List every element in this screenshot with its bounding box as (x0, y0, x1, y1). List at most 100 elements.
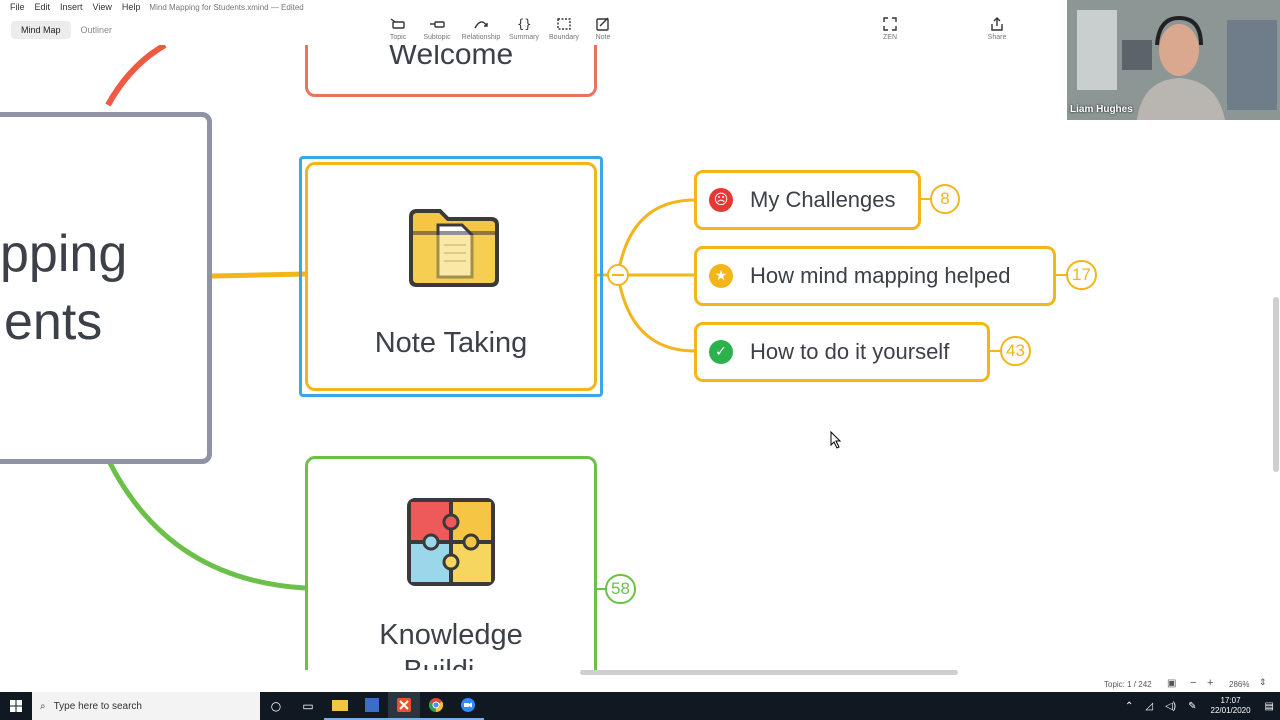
subtopic-label: How mind mapping helped (750, 263, 1011, 288)
vertical-scrollbar[interactable] (1272, 120, 1280, 670)
subtopic-label: Subtopic (423, 34, 451, 41)
subtopic-label: How to do it yourself (750, 339, 950, 364)
menu-insert[interactable]: Insert (55, 2, 88, 12)
angry-face-icon: ☹ (709, 188, 733, 212)
subtopic-how-to-do-it-yourself[interactable]: ✓ How to do it yourself (694, 322, 990, 382)
zoom-stepper-icon[interactable]: ⇕ (1259, 677, 1267, 688)
notifications-icon[interactable]: ▤ (1265, 701, 1274, 712)
zoom-level[interactable]: 286% (1229, 680, 1249, 689)
relationship-label: Relationship (461, 34, 501, 41)
mind-map-canvas[interactable]: pping ents Welcome Note Taking Knowledge… (0, 45, 1280, 670)
subtopic-count-badge[interactable]: 8 (930, 184, 960, 214)
menu-help[interactable]: Help (117, 2, 146, 12)
document-filename: Mind Mapping for Students.xmind (149, 2, 269, 12)
knowledge-building-topic[interactable]: Knowledge Buildi... (305, 456, 597, 670)
menu-edit[interactable]: Edit (30, 2, 56, 12)
chrome-icon[interactable] (420, 692, 452, 720)
welcome-branch-line (105, 45, 167, 107)
knowledge-branch-line (107, 461, 306, 591)
subtopic-icon (430, 21, 445, 28)
search-placeholder: Type here to search (53, 700, 142, 712)
topic-icon (390, 18, 405, 29)
topic-counter: Topic: 1 / 242 (1104, 680, 1152, 689)
zoom-in-button[interactable]: + (1207, 677, 1213, 689)
system-tray: ⌃ ◿ ◁) ✎ 17:07 22/01/2020 ▤ (1119, 692, 1280, 720)
knowledge-count-badge[interactable]: 58 (605, 574, 636, 604)
share-button[interactable]: Share (974, 16, 1020, 41)
mouse-cursor-icon (830, 431, 842, 449)
tab-mind-map[interactable]: Mind Map (11, 21, 71, 39)
app-icon-blue[interactable] (356, 692, 388, 720)
boundary-label: Boundary (549, 34, 579, 41)
menu-view[interactable]: View (88, 2, 117, 12)
search-icon: ⌕ (40, 700, 46, 712)
star-icon: ★ (709, 264, 733, 288)
tray-overflow-icon[interactable]: ⌃ (1125, 701, 1133, 712)
welcome-topic[interactable]: Welcome (305, 45, 597, 97)
knowledge-label-line1: Knowledge (379, 619, 523, 651)
edit-status: — Edited (270, 2, 304, 12)
tab-outliner[interactable]: Outliner (71, 21, 123, 39)
subtopic-count-badge[interactable]: 17 (1066, 260, 1097, 290)
note-label: Note (595, 34, 611, 41)
menu-file[interactable]: File (0, 2, 30, 12)
note-taking-branch-line (211, 271, 306, 279)
taskbar-search-input[interactable]: ⌕ Type here to search (32, 692, 260, 720)
svg-text:{}: {} (517, 17, 531, 31)
puzzle-icon (407, 498, 495, 586)
subtopic-button[interactable]: Subtopic (414, 16, 460, 41)
xmind-logo-icon (397, 698, 411, 712)
summary-label: Summary (509, 34, 539, 41)
clock-date: 22/01/2020 (1210, 706, 1251, 715)
cortana-icon[interactable]: ○ (260, 692, 292, 720)
document-title: Mind Mapping for Students.xmind — Edited (149, 3, 303, 12)
windows-logo-icon (10, 700, 22, 712)
webcam-video-image (1067, 0, 1280, 120)
horizontal-scroll-thumb[interactable] (580, 670, 958, 675)
summary-icon: {} (517, 17, 531, 31)
folder-icon (332, 700, 348, 711)
map-view-icon[interactable]: ▣ (1167, 678, 1176, 689)
video-camera-icon (461, 698, 475, 712)
task-view-icon[interactable]: ▭ (292, 692, 324, 720)
central-line-1: pping (0, 225, 128, 283)
subtopic-count-badge[interactable]: 43 (1000, 336, 1031, 366)
subtopic-my-challenges[interactable]: ☹ My Challenges (694, 170, 921, 230)
zen-label: ZEN (883, 34, 897, 41)
webcam-participant-name: Liam Hughes (1070, 104, 1133, 115)
blue-app-icon (365, 698, 379, 712)
zoom-out-button[interactable]: − (1190, 677, 1196, 689)
zen-button[interactable]: ZEN (867, 16, 913, 41)
note-taking-label: Note Taking (374, 327, 528, 359)
note-icon (596, 17, 609, 31)
relationship-button[interactable]: Relationship (458, 16, 504, 41)
status-bar: Topic: 1 / 242 ▣ − + 286% ⇕ (0, 676, 1280, 692)
vertical-scroll-thumb[interactable] (1273, 297, 1279, 472)
zoom-app-icon[interactable] (452, 692, 484, 720)
pen-icon[interactable]: ✎ (1188, 701, 1196, 712)
share-icon (991, 17, 1003, 31)
start-button[interactable] (0, 692, 32, 720)
subtopic-line-1 (616, 198, 696, 276)
menubar: File Edit Insert View Help Mind Mapping … (0, 0, 1070, 14)
volume-icon[interactable]: ◁) (1165, 701, 1176, 712)
share-label: Share (987, 34, 1007, 41)
topic-label: Topic (389, 34, 407, 41)
note-button[interactable]: Note (580, 16, 626, 41)
clock-time: 17:07 (1220, 696, 1241, 705)
horizontal-scrollbar[interactable] (0, 668, 1270, 676)
central-topic-text: pping ents (0, 220, 127, 356)
network-icon[interactable]: ◿ (1145, 701, 1153, 712)
xmind-window: File Edit Insert View Help Mind Mapping … (0, 0, 1280, 720)
clock[interactable]: 17:07 22/01/2020 (1211, 696, 1251, 716)
chrome-logo-icon (429, 698, 443, 712)
subtopic-how-mind-mapping-helped[interactable]: ★ How mind mapping helped (694, 246, 1056, 306)
xmind-taskbar-icon[interactable] (388, 692, 420, 720)
subtopic-line-3 (616, 274, 696, 353)
file-explorer-icon[interactable] (324, 692, 356, 720)
fullscreen-icon (883, 17, 897, 31)
central-line-2: ents (4, 293, 103, 351)
note-taking-topic[interactable]: Note Taking (305, 162, 597, 391)
windows-taskbar: ⌕ Type here to search ○ ▭ ⌃ ◿ ◁) ✎ 17:07… (0, 692, 1280, 720)
relationship-icon (474, 21, 488, 29)
